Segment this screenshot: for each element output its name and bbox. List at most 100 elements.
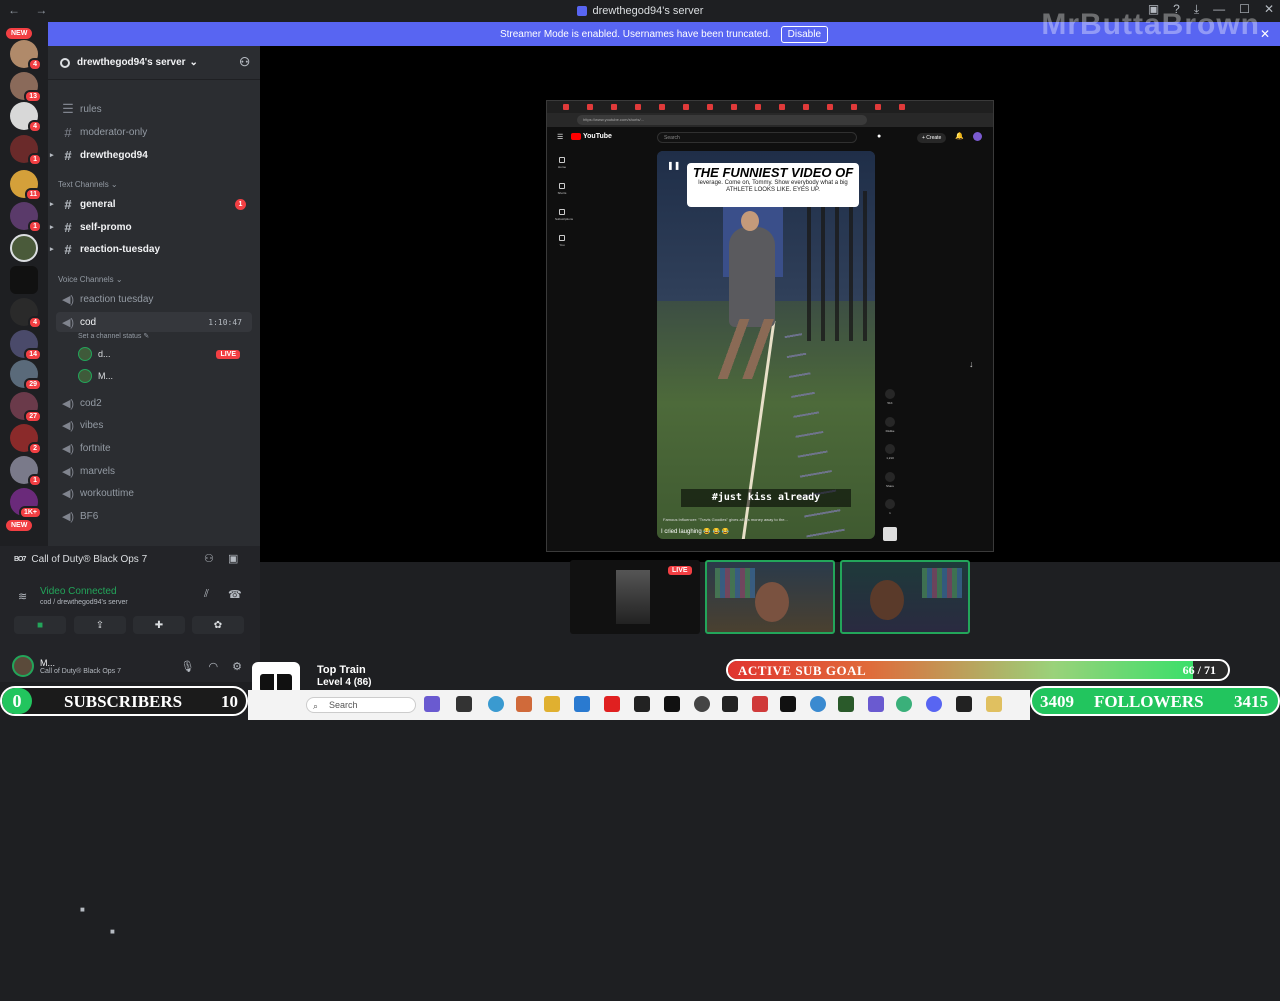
- voice-channel-workouttime[interactable]: ◀) workouttime: [56, 483, 252, 503]
- stream-tile[interactable]: LIVE: [570, 560, 700, 634]
- screen-share-button[interactable]: ⇪: [74, 616, 126, 634]
- server-icon-active[interactable]: [10, 234, 38, 262]
- voice-channels-category[interactable]: Voice Channels ⌄: [58, 275, 123, 284]
- obs-icon[interactable]: [694, 696, 710, 712]
- taskbar-app-icon[interactable]: [456, 696, 472, 712]
- server-icon[interactable]: 11: [10, 170, 42, 201]
- new-pill[interactable]: NEW: [6, 520, 33, 531]
- taskbar-app-icon[interactable]: [896, 696, 912, 712]
- channel-rules[interactable]: ☰ rules: [56, 99, 252, 119]
- nvidia-icon[interactable]: [838, 696, 854, 712]
- text-channels-category[interactable]: Text Channels ⌄: [58, 180, 118, 189]
- taskbar-app-icon[interactable]: [868, 696, 884, 712]
- taskbar-app-icon[interactable]: [722, 696, 738, 712]
- back-forward-icons[interactable]: ← →: [8, 3, 53, 17]
- activity-monitor-icon[interactable]: ▣: [228, 552, 238, 565]
- sound-thumbnail[interactable]: [883, 527, 897, 541]
- server-icon[interactable]: 1: [10, 456, 42, 487]
- youtube-short-video[interactable]: ❚❚ THE FUNNIEST VIDEO OF leverage. Come …: [657, 151, 875, 539]
- youtube-search-input[interactable]: Search: [657, 132, 857, 143]
- channel-self-promo[interactable]: ▸ # self-promo: [50, 217, 252, 237]
- dislike-button[interactable]: Dislike: [883, 417, 897, 433]
- channel-reaction-tuesday[interactable]: ▸ # reaction-tuesday: [50, 239, 252, 259]
- avatar[interactable]: [973, 132, 982, 141]
- next-short-arrow-icon[interactable]: ↓: [969, 359, 974, 369]
- server-icon[interactable]: 2: [10, 424, 42, 455]
- hamburger-menu-icon[interactable]: ☰: [557, 133, 563, 141]
- server-icon[interactable]: 13: [10, 72, 42, 103]
- channel-moderator-only[interactable]: # moderator-only: [56, 122, 252, 142]
- headphones-icon[interactable]: ◠: [209, 660, 219, 673]
- taskbar-app-icon[interactable]: [516, 696, 532, 712]
- channel-general[interactable]: ▸ # general 1: [50, 194, 252, 214]
- server-icon[interactable]: 1: [10, 202, 42, 233]
- taskbar-app-icon[interactable]: [810, 696, 826, 712]
- short-description[interactable]: Famous Influencer: "Travis Goodies" give…: [663, 517, 788, 522]
- voice-user[interactable]: M... ■: [78, 367, 248, 936]
- voice-channel-cod2[interactable]: ◀) cod2: [56, 393, 252, 413]
- yt-nav-shorts[interactable]: Shorts: [555, 183, 569, 195]
- server-header[interactable]: drewthegod94's server ⌄ ⚇: [48, 46, 260, 80]
- shared-browser-window[interactable]: https://www.youtube.com/shorts/... ☰ You…: [546, 100, 994, 552]
- voice-user[interactable]: d... ■ LIVE: [78, 345, 248, 914]
- youtube-icon[interactable]: [604, 696, 620, 712]
- close-window-button[interactable]: ✕: [1264, 2, 1274, 17]
- server-icon[interactable]: 4: [10, 40, 42, 71]
- voice-channel-cod[interactable]: ◀) cod 1:10:47: [56, 312, 252, 332]
- gear-icon[interactable]: ⚙: [232, 660, 242, 673]
- share-button[interactable]: Share: [883, 472, 897, 488]
- server-icon[interactable]: 1: [10, 135, 42, 166]
- camera-button[interactable]: ■: [14, 616, 66, 634]
- yt-nav-subscriptions[interactable]: Subscriptions: [555, 209, 573, 221]
- soundboard-button[interactable]: ✿: [192, 616, 244, 634]
- file-explorer-icon[interactable]: [544, 696, 560, 712]
- create-button[interactable]: + Create: [917, 133, 947, 143]
- taskbar-app-icon[interactable]: [752, 696, 768, 712]
- voice-channel-bf6[interactable]: ◀) BF6: [56, 506, 252, 526]
- notifications-icon[interactable]: 🔔: [955, 132, 964, 140]
- kick-server-icon[interactable]: [10, 266, 38, 294]
- server-icon[interactable]: 27: [10, 392, 42, 423]
- banner-close-icon[interactable]: ✕: [1260, 27, 1270, 41]
- activity-settings-icon[interactable]: ⚇: [204, 552, 214, 565]
- server-icon[interactable]: 1K+: [10, 488, 42, 519]
- activities-button[interactable]: ✚: [133, 616, 185, 634]
- invite-people-icon[interactable]: ⚇: [239, 55, 250, 69]
- disable-streamer-mode-button[interactable]: Disable: [780, 25, 829, 43]
- microphone-icon[interactable]: 🎙: [181, 660, 195, 673]
- server-icon[interactable]: 29: [10, 360, 42, 391]
- taskbar-app-icon[interactable]: [634, 696, 650, 712]
- voice-channel-fortnite[interactable]: ◀) fortnite: [56, 438, 252, 458]
- disconnect-icon[interactable]: ☎: [228, 588, 242, 601]
- new-pill[interactable]: NEW: [6, 28, 33, 39]
- browser-address-bar[interactable]: https://www.youtube.com/shorts/...: [547, 113, 993, 127]
- discord-icon[interactable]: [926, 696, 942, 712]
- remix-button[interactable]: 1: [883, 499, 897, 515]
- edge-icon[interactable]: [488, 696, 504, 712]
- server-icon[interactable]: 4: [10, 298, 42, 329]
- browser-tab-strip[interactable]: [547, 101, 993, 113]
- url-field[interactable]: https://www.youtube.com/shorts/...: [577, 115, 867, 125]
- tiktok-icon[interactable]: [664, 696, 680, 712]
- microphone-icon[interactable]: ●: [877, 133, 881, 140]
- taskbar-search-input[interactable]: ⌕ Search: [306, 697, 416, 713]
- voice-connected-channel[interactable]: cod / drewthegod94's server: [40, 599, 128, 606]
- server-icon[interactable]: 4: [10, 102, 42, 133]
- webcam-tile[interactable]: [840, 560, 970, 634]
- voice-channel-reaction-tuesday[interactable]: ◀) reaction tuesday: [56, 289, 252, 309]
- like-button[interactable]: 51K: [883, 389, 897, 405]
- yt-nav-home[interactable]: Home: [555, 157, 569, 169]
- server-icon[interactable]: 14: [10, 330, 42, 361]
- voice-connected-status[interactable]: Video Connected: [40, 586, 117, 597]
- channel-drewthegod94[interactable]: ▸ # drewthegod94: [50, 145, 252, 165]
- yt-nav-you[interactable]: You: [555, 235, 569, 247]
- pause-icon[interactable]: ❚❚: [667, 161, 680, 170]
- taskbar-app-icon[interactable]: [956, 696, 972, 712]
- taskbar-app-icon[interactable]: [986, 696, 1002, 712]
- taskbar-app-icon[interactable]: [574, 696, 590, 712]
- voice-channel-vibes[interactable]: ◀) vibes: [56, 415, 252, 435]
- set-channel-status[interactable]: Set a channel status ✎: [78, 332, 149, 340]
- voice-channel-marvels[interactable]: ◀) marvels: [56, 461, 252, 481]
- taskbar-app-icon[interactable]: [780, 696, 796, 712]
- comments-button[interactable]: 1,210: [883, 444, 897, 460]
